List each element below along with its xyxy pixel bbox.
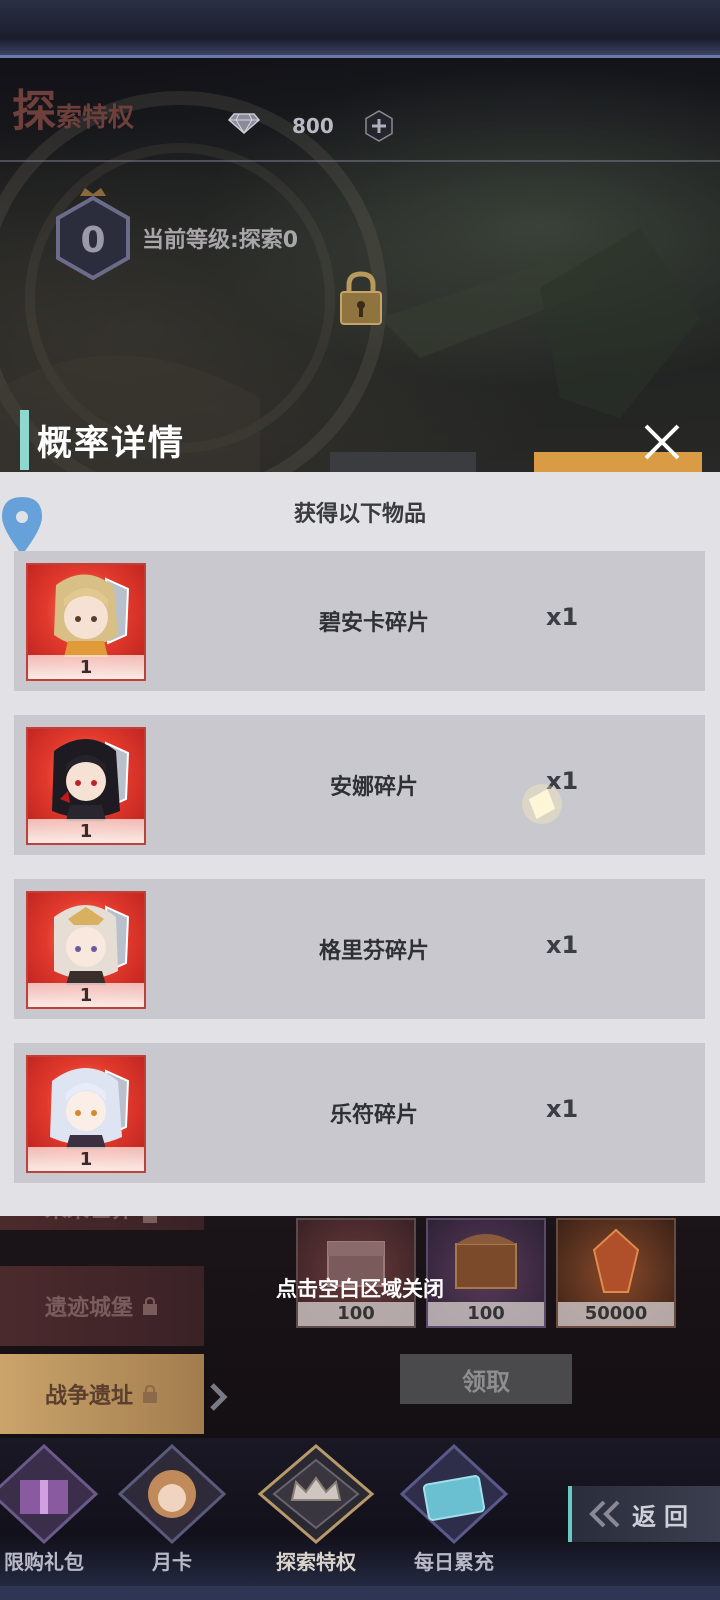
- page-title: 探 索特权: [12, 78, 134, 138]
- title-accent-bar: [20, 410, 29, 470]
- tab-label: 每日累充: [414, 1550, 494, 1574]
- tab-monthly-card[interactable]: 月卡: [102, 1438, 242, 1578]
- item-card[interactable]: 1: [26, 891, 146, 1009]
- item-name: 格里芬碎片: [318, 939, 429, 964]
- tab-exploration-privilege[interactable]: 探索特权: [246, 1438, 386, 1578]
- item-card[interactable]: 1: [26, 727, 146, 845]
- claim-button[interactable]: 领取: [400, 1354, 572, 1404]
- side-item-war-ruins[interactable]: 战争遗址: [0, 1354, 204, 1434]
- modal-header: 概率详情: [20, 410, 185, 470]
- item-count: 1: [28, 819, 144, 843]
- modal-title: 概率详情: [37, 423, 186, 464]
- current-level-text: 当前等级:探索0: [142, 228, 299, 253]
- side-item-label: 战争遗址: [44, 1384, 133, 1409]
- gift-pack-icon: [0, 1443, 99, 1545]
- background-button-peek: [330, 452, 476, 472]
- sparkle-cursor-icon: [522, 784, 562, 824]
- item-card[interactable]: 1: [26, 563, 146, 681]
- close-button[interactable]: [638, 418, 686, 466]
- item-name: 安娜碎片: [329, 775, 418, 800]
- level-number: 0: [80, 220, 105, 261]
- level-badge: 0: [52, 186, 134, 286]
- list-item: 1 碧安卡碎片 x1: [14, 551, 705, 691]
- crystal-icon: [592, 1228, 640, 1293]
- close-icon: [644, 424, 680, 460]
- item-name: 碧安卡碎片: [318, 611, 429, 636]
- item-count: 1: [28, 1147, 144, 1171]
- add-gems-button[interactable]: [364, 110, 394, 142]
- lock-icon: [143, 1296, 157, 1315]
- tab-label: 限购礼包: [4, 1550, 84, 1574]
- double-chevron-left-icon: [589, 1500, 620, 1528]
- side-item-ruins-castle[interactable]: 遗迹城堡: [0, 1266, 204, 1346]
- back-button[interactable]: 返回: [568, 1486, 720, 1542]
- character-portrait-icon: [117, 1443, 227, 1545]
- tab-limited-pack[interactable]: 限购礼包: [0, 1438, 114, 1578]
- crown-icon: [257, 1444, 375, 1544]
- item-quantity: x1: [546, 1095, 579, 1123]
- list-item: 1 安娜碎片 x1: [14, 715, 705, 855]
- reward-amount: 50000: [558, 1302, 674, 1326]
- reward-item-crystal[interactable]: 50000: [556, 1218, 676, 1328]
- item-card[interactable]: 1: [26, 1055, 146, 1173]
- item-name: 乐符碎片: [329, 1103, 418, 1128]
- header-divider: [0, 160, 720, 162]
- lock-icon: [340, 271, 382, 325]
- reward-amount: 100: [298, 1302, 414, 1326]
- tab-label: 月卡: [152, 1550, 192, 1574]
- gem-balance: 800: [292, 114, 334, 138]
- list-item: 1 格里芬碎片 x1: [14, 879, 705, 1019]
- item-count: 1: [28, 655, 144, 679]
- item-count: 1: [28, 983, 144, 1007]
- tab-label: 探索特权: [276, 1550, 356, 1574]
- diamond-icon: [228, 113, 260, 134]
- item-quantity: x1: [546, 603, 579, 631]
- item-quantity: x1: [546, 931, 579, 959]
- bottom-frame: [0, 1586, 720, 1600]
- page-title-first-char: 探: [12, 86, 56, 137]
- tab-daily-recharge[interactable]: 每日累充: [384, 1438, 524, 1578]
- top-frame: [0, 0, 720, 58]
- lock-icon: [143, 1384, 157, 1403]
- recharge-card-icon: [399, 1443, 509, 1545]
- chevron-right-icon: [210, 1383, 228, 1411]
- back-button-label: 返回: [632, 1502, 696, 1531]
- side-item-label: 遗迹城堡: [44, 1296, 133, 1321]
- modal-subtitle: 获得以下物品: [293, 502, 426, 527]
- crown-hexagon-icon: 0: [56, 188, 130, 281]
- reward-amount: 100: [428, 1302, 544, 1326]
- list-item: 1 乐符碎片 x1: [14, 1043, 705, 1183]
- page-title-rest: 索特权: [56, 103, 135, 133]
- close-hint-text: 点击空白区域关闭: [276, 1277, 444, 1301]
